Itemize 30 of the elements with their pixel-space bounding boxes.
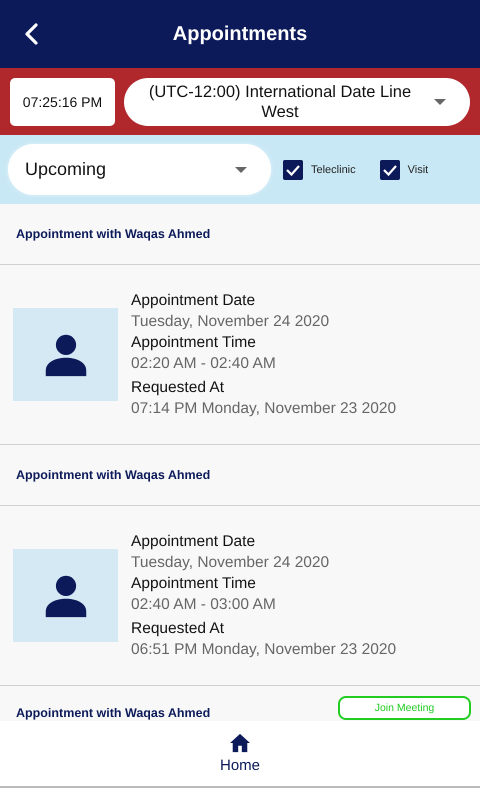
back-icon[interactable]: [24, 23, 38, 45]
field-value: 07:14 PM Monday, November 23 2020: [131, 399, 396, 419]
appointment-title: Appointment with Waqas Ahmed: [16, 706, 210, 720]
field-value: Tuesday, November 24 2020: [131, 312, 330, 332]
checkbox-label: Teleclinic: [311, 164, 356, 176]
time-display: 07:25:16 PM: [10, 78, 115, 126]
home-icon: [228, 733, 251, 753]
home-tab[interactable]: Home: [214, 732, 266, 775]
avatar-icon: [13, 308, 118, 401]
appointment-title: Appointment with Waqas Ahmed: [16, 468, 210, 482]
field-label: Appointment Time: [131, 574, 257, 594]
field-value: 02:40 AM - 03:00 AM: [131, 595, 277, 615]
avatar-icon: [13, 549, 118, 642]
timezone-dropdown[interactable]: (UTC-12:00) International Date Line West: [124, 78, 470, 126]
field-value: 06:51 PM Monday, November 23 2020: [131, 640, 396, 660]
checkbox[interactable]: [380, 160, 400, 180]
checkbox-label: Visit: [408, 164, 428, 176]
caret-icon: [235, 166, 247, 172]
field-label: Appointment Date: [131, 532, 256, 552]
field-value: 02:20 AM - 02:40 AM: [131, 354, 277, 374]
field-label: Appointment Date: [131, 291, 256, 311]
field-label: Requested At: [131, 619, 226, 639]
checkbox[interactable]: [283, 160, 303, 180]
page-title: Appointments: [172, 22, 308, 46]
status-dropdown[interactable]: Upcoming: [8, 144, 271, 195]
field-label: Appointment Time: [131, 333, 257, 353]
field-value: Tuesday, November 24 2020: [131, 553, 330, 573]
caret-icon: [434, 98, 446, 104]
appointment-title: Appointment with Waqas Ahmed: [16, 227, 210, 241]
field-label: Requested At: [131, 378, 226, 398]
